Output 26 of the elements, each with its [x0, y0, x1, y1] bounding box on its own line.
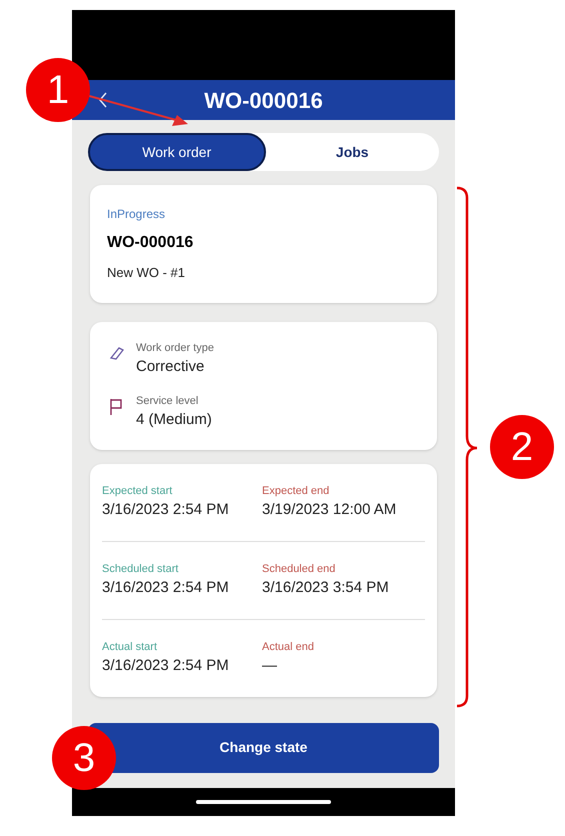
date-value: 3/16/2023 2:54 PM — [102, 500, 230, 520]
screen-title: WO-000016 — [204, 86, 323, 114]
tab[interactable]: Jobs — [266, 133, 439, 171]
field-value: 4 (Medium) — [136, 410, 212, 430]
status-label: InProgress — [107, 206, 166, 223]
date-label: Scheduled start — [102, 562, 180, 576]
callout-marker: 2 — [490, 415, 554, 479]
date-label: Actual end — [262, 640, 315, 654]
field-label: Work order type — [136, 340, 214, 356]
date-value: — — [262, 656, 278, 676]
field-label: Service level — [136, 394, 200, 408]
callout-marker: 3 — [52, 726, 116, 790]
date-label: Expected start — [102, 484, 174, 498]
tab[interactable]: Work order — [88, 133, 266, 171]
field-value: Corrective — [136, 357, 206, 377]
back-icon[interactable] — [98, 91, 108, 109]
callout-marker: 1 — [26, 58, 90, 122]
date-value: 3/19/2023 12:00 AM — [262, 500, 398, 520]
order-number: WO-000016 — [107, 233, 194, 253]
date-value: 3/16/2023 3:54 PM — [262, 578, 390, 598]
date-label: Expected end — [262, 484, 330, 498]
date-label: Scheduled end — [262, 562, 336, 576]
date-label: Actual start — [102, 640, 158, 654]
order-name: New WO - #1 — [107, 264, 186, 282]
date-value: 3/16/2023 2:54 PM — [102, 656, 230, 676]
date-value: 3/16/2023 2:54 PM — [102, 578, 230, 598]
